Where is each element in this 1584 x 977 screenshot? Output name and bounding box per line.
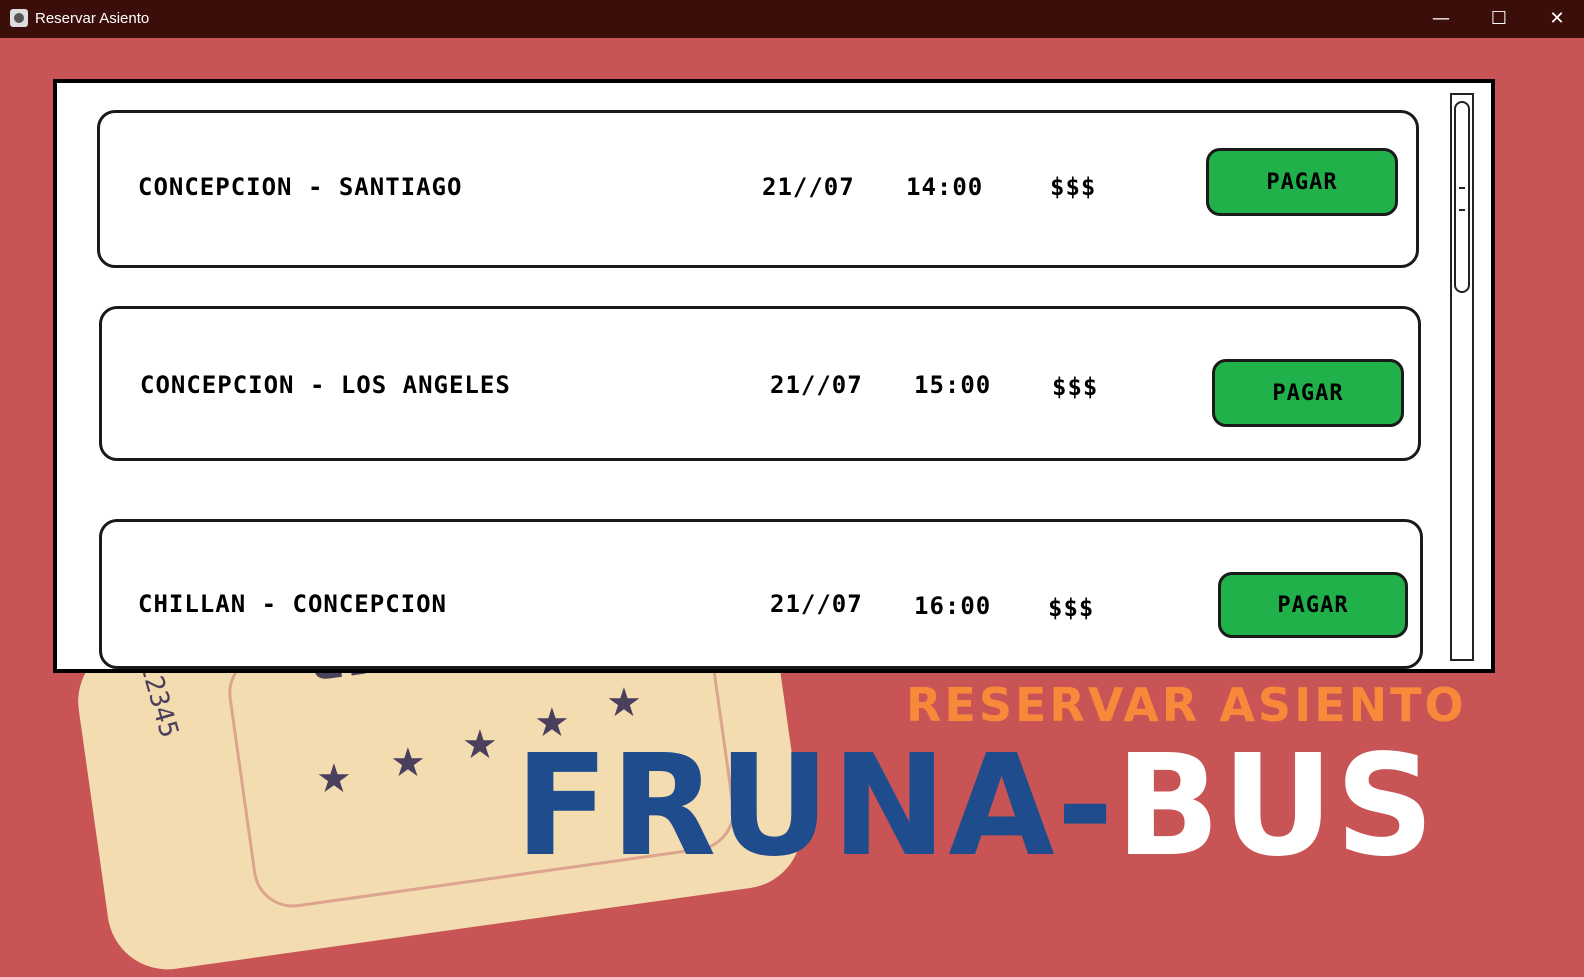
trip-card: CONCEPCION - SANTIAGO 21//07 14:00 $$$ P… [97,110,1419,268]
trip-route: CHILLAN - CONCEPCION [138,590,447,618]
page-subtitle: RESERVAR ASIENTO [906,678,1467,732]
star-icon: ★ [606,680,642,726]
trip-price: $$$ [1050,173,1097,201]
trip-route: CONCEPCION - SANTIAGO [138,173,463,201]
app-icon [10,9,28,27]
brand-logo-part2: BUS [1115,725,1437,888]
star-icon: ★ [462,722,498,768]
trip-route: CONCEPCION - LOS ANGELES [140,371,511,399]
star-icon: ★ [316,756,352,802]
minimize-button[interactable]: — [1412,0,1470,38]
brand-logo: FRUNA-BUS [515,732,1436,882]
trip-date: 21//07 [770,371,863,399]
trip-date: 21//07 [770,590,863,618]
trip-price: $$$ [1048,594,1095,622]
star-icon: ★ [390,740,426,786]
trip-time: 15:00 [914,371,992,399]
pay-button[interactable]: PAGAR [1212,359,1404,427]
pay-button[interactable]: PAGAR [1218,572,1408,638]
scroll-grip-icon [1459,187,1465,211]
scrollbar-thumb[interactable] [1454,101,1470,293]
trip-date: 21//07 [762,173,855,201]
close-button[interactable]: ✕ [1528,0,1584,38]
trip-time: 14:00 [906,173,984,201]
window-title: Reservar Asiento [35,10,150,27]
maximize-button[interactable]: ☐ [1470,0,1528,38]
scrollbar-track[interactable] [1450,93,1474,661]
trip-time: 16:00 [914,592,992,620]
brand-logo-part1: FRUNA- [515,725,1116,888]
trip-price: $$$ [1052,373,1099,401]
trip-card: CONCEPCION - LOS ANGELES 21//07 15:00 $$… [99,306,1421,461]
pay-button[interactable]: PAGAR [1206,148,1398,216]
window-titlebar: Reservar Asiento — ☐ ✕ [0,0,1584,38]
trips-panel[interactable]: CONCEPCION - SANTIAGO 21//07 14:00 $$$ P… [53,79,1495,673]
trip-card: CHILLAN - CONCEPCION 21//07 16:00 $$$ PA… [99,519,1423,669]
